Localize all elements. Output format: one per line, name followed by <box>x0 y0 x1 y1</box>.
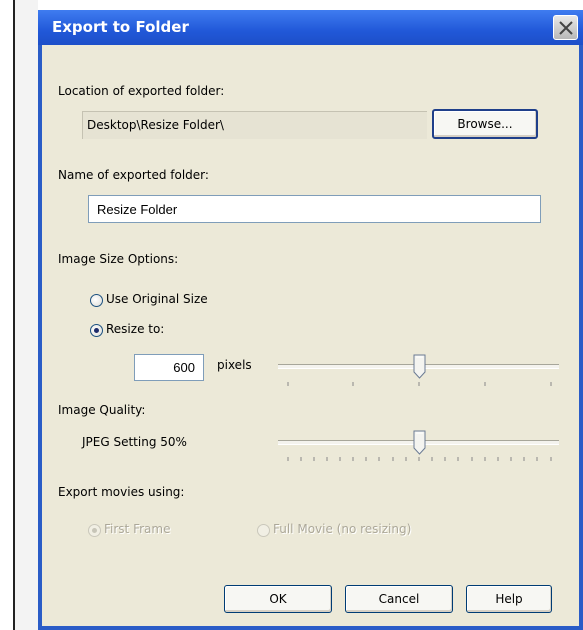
dialog-body: Location of exported folder: Desktop\Res… <box>42 45 579 626</box>
resize-slider-thumb[interactable] <box>413 354 427 380</box>
browse-button[interactable]: Browse... <box>432 109 538 139</box>
resize-to-radio[interactable] <box>90 324 103 337</box>
export-movies-label: Export movies using: <box>58 485 185 499</box>
image-quality-label: Image Quality: <box>58 403 146 417</box>
resize-slider-ticks <box>287 382 552 386</box>
name-label: Name of exported folder: <box>58 168 209 182</box>
folder-name-input[interactable] <box>88 195 541 223</box>
full-movie-label[interactable]: Full Movie (no resizing) <box>273 522 411 536</box>
jpeg-setting-label: JPEG Setting 50% <box>82 435 187 449</box>
use-original-radio[interactable] <box>90 294 103 307</box>
quality-slider-thumb[interactable] <box>413 430 427 456</box>
pixels-label: pixels <box>217 358 252 372</box>
location-label: Location of exported folder: <box>58 84 225 98</box>
close-button[interactable] <box>553 15 578 40</box>
close-icon <box>559 21 573 35</box>
first-frame-label[interactable]: First Frame <box>104 522 170 536</box>
dialog-titlebar[interactable]: Export to Folder <box>38 10 583 45</box>
resize-value-input[interactable] <box>134 354 204 381</box>
help-button[interactable]: Help <box>466 585 552 613</box>
background-app-area <box>15 0 38 630</box>
ok-button[interactable]: OK <box>224 585 332 613</box>
first-frame-radio[interactable] <box>88 524 101 537</box>
location-field: Desktop\Resize Folder\ <box>82 111 427 139</box>
dialog-title: Export to Folder <box>52 18 189 36</box>
cancel-button[interactable]: Cancel <box>345 585 453 613</box>
export-dialog: Export to Folder Location of exported fo… <box>38 10 583 630</box>
radio-selected-dot <box>92 528 97 533</box>
background-panel <box>0 0 13 630</box>
quality-slider-ticks <box>287 457 552 461</box>
full-movie-radio[interactable] <box>257 524 270 537</box>
resize-to-label[interactable]: Resize to: <box>106 322 164 336</box>
image-size-label: Image Size Options: <box>58 252 179 266</box>
radio-selected-dot <box>94 328 99 333</box>
use-original-label[interactable]: Use Original Size <box>106 292 208 306</box>
